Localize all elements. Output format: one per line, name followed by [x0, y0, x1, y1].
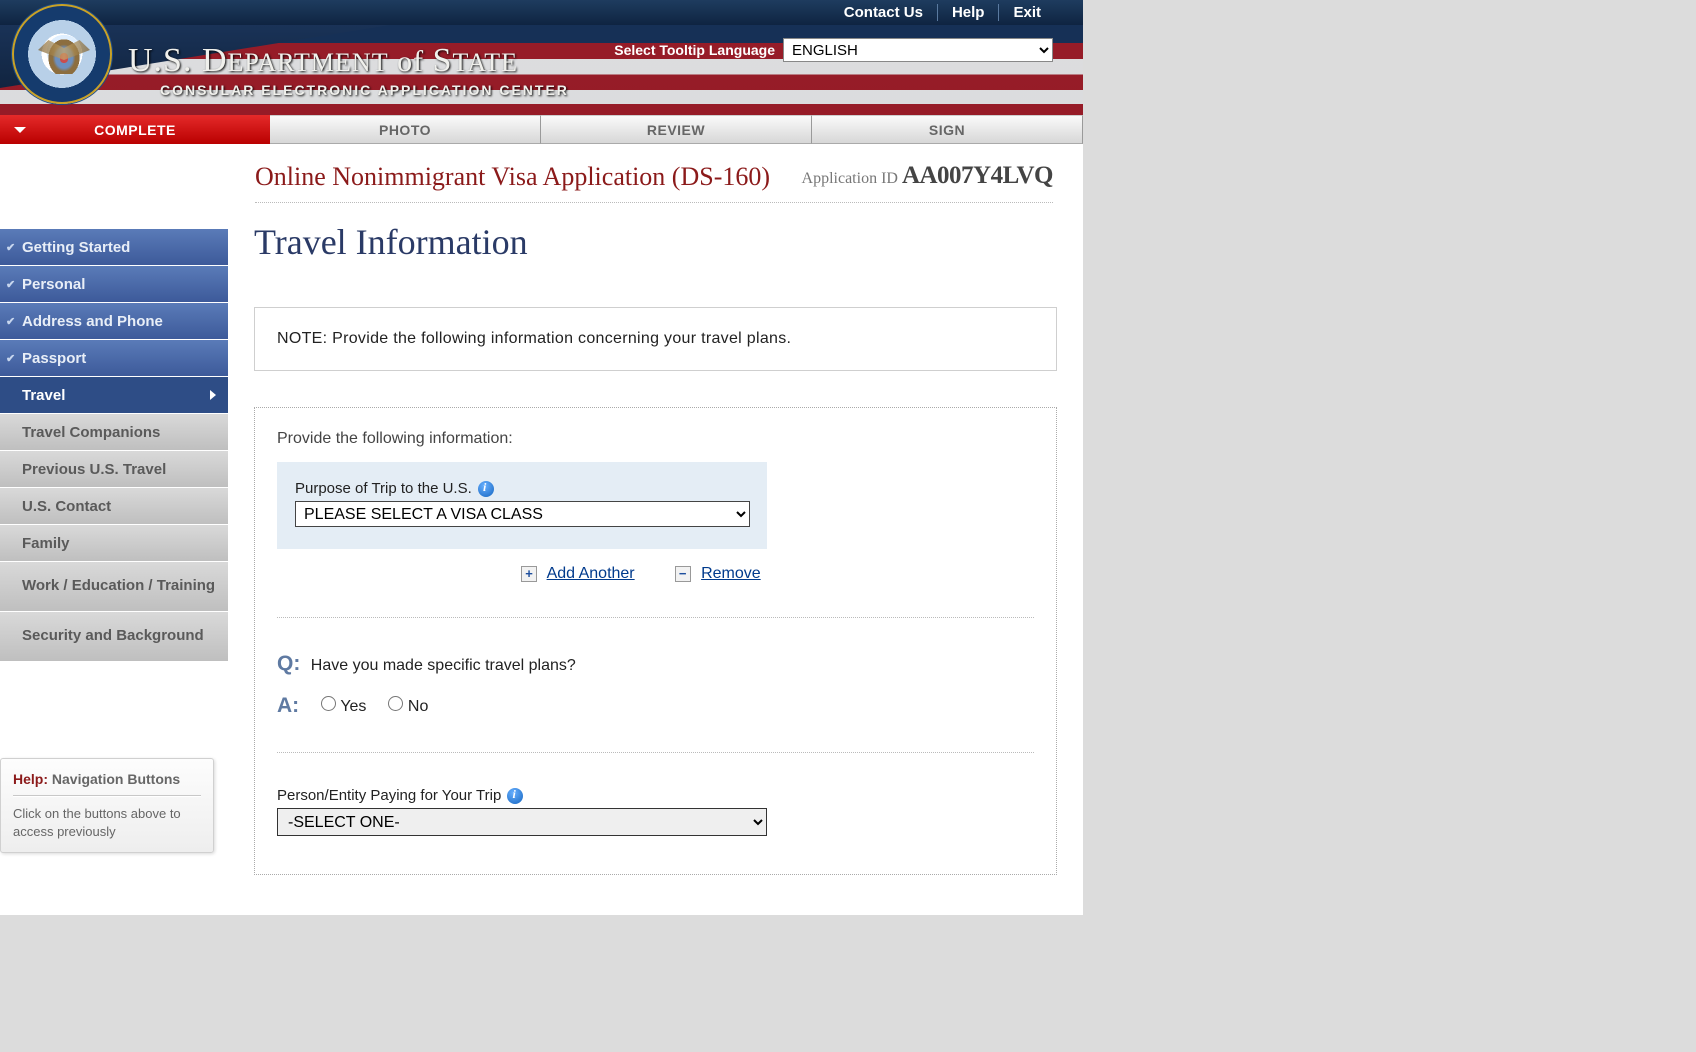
exit-link[interactable]: Exit: [998, 4, 1055, 21]
nav-getting-started[interactable]: Getting Started: [0, 229, 228, 266]
nav-travel-companions[interactable]: Travel Companions: [0, 414, 228, 451]
tab-sign[interactable]: SIGN: [812, 115, 1083, 144]
application-id-value: AA007Y4LVQ: [902, 162, 1053, 189]
radio-no[interactable]: [388, 696, 403, 711]
app-title: Online Nonimmigrant Visa Application (DS…: [255, 162, 770, 192]
contact-us-link[interactable]: Contact Us: [830, 4, 937, 21]
page-title: Travel Information: [254, 221, 1057, 263]
dept-title-text1: U.S. DEPARTMENT of STATE: [128, 45, 518, 78]
language-select[interactable]: ENGLISH: [783, 38, 1053, 62]
help-link[interactable]: Help: [937, 4, 999, 21]
dept-subtitle: CONSULAR ELECTRONIC APPLICATION CENTER: [160, 82, 569, 98]
info-icon[interactable]: [478, 481, 494, 497]
main-content: Travel Information NOTE: Provide the fol…: [228, 203, 1083, 915]
application-id: Application ID AA007Y4LVQ: [802, 162, 1053, 190]
q-text: Have you made specific travel plans?: [311, 657, 576, 674]
radio-no-label[interactable]: No: [388, 696, 428, 716]
nav-security[interactable]: Security and Background: [0, 612, 228, 662]
help-box: Help: Navigation Buttons Click on the bu…: [0, 758, 214, 853]
purpose-select[interactable]: PLEASE SELECT A VISA CLASS: [295, 501, 750, 527]
section-label: Provide the following information:: [277, 430, 1034, 448]
nav-personal[interactable]: Personal: [0, 266, 228, 303]
divider: [277, 752, 1034, 753]
nav-travel[interactable]: Travel: [0, 377, 228, 414]
payer-select[interactable]: -SELECT ONE-: [277, 808, 767, 836]
tab-complete[interactable]: COMPLETE: [0, 115, 270, 144]
nav-previous-travel[interactable]: Previous U.S. Travel: [0, 451, 228, 488]
tab-review[interactable]: REVIEW: [541, 115, 812, 144]
payer-row: Person/Entity Paying for Your Trip -SELE…: [277, 787, 1034, 836]
a-label: A:: [277, 694, 299, 718]
dept-title: U.S. DEPARTMENT of STATE CONSULAR ELECTR…: [128, 42, 569, 98]
note-box: NOTE: Provide the following information …: [254, 307, 1057, 371]
radio-group: Yes No: [321, 696, 428, 716]
language-selector: Select Tooltip Language ENGLISH: [614, 38, 1053, 62]
header: Contact Us Help Exit U.S. DEPARTMENT of …: [0, 0, 1083, 115]
language-label: Select Tooltip Language: [614, 42, 775, 58]
purpose-box: Purpose of Trip to the U.S. PLEASE SELEC…: [277, 462, 767, 549]
app-title-row: Online Nonimmigrant Visa Application (DS…: [0, 144, 1083, 202]
q-label: Q:: [277, 652, 300, 675]
add-another-link[interactable]: Add Another: [547, 565, 635, 582]
state-dept-seal-icon: [12, 4, 112, 104]
nav-work-edu[interactable]: Work / Education / Training: [0, 562, 228, 612]
help-body: Click on the buttons above to access pre…: [13, 805, 201, 840]
plus-icon[interactable]: +: [521, 566, 537, 582]
payer-label: Person/Entity Paying for Your Trip: [277, 787, 1034, 804]
info-icon[interactable]: [507, 788, 523, 804]
nav-us-contact[interactable]: U.S. Contact: [0, 488, 228, 525]
header-top-links: Contact Us Help Exit: [0, 0, 1083, 25]
answer-row: A: Yes No: [277, 694, 1034, 718]
sidebar: Getting Started Personal Address and Pho…: [0, 203, 228, 915]
app-container: Contact Us Help Exit U.S. DEPARTMENT of …: [0, 0, 1083, 915]
radio-yes[interactable]: [321, 696, 336, 711]
form-section: Provide the following information: Purpo…: [254, 407, 1057, 875]
application-id-label: Application ID: [802, 170, 902, 187]
remove-link[interactable]: Remove: [701, 565, 761, 582]
nav-address-phone[interactable]: Address and Phone: [0, 303, 228, 340]
nav-passport[interactable]: Passport: [0, 340, 228, 377]
minus-icon[interactable]: −: [675, 566, 691, 582]
question-row: Q: Have you made specific travel plans?: [277, 652, 1034, 676]
purpose-label: Purpose of Trip to the U.S.: [295, 480, 749, 497]
progress-tabs: COMPLETE PHOTO REVIEW SIGN: [0, 115, 1083, 144]
add-remove-row: + Add Another − Remove: [521, 565, 1034, 583]
eagle-icon: [44, 34, 84, 74]
help-title: Help: Navigation Buttons: [13, 771, 201, 787]
tab-photo[interactable]: PHOTO: [270, 115, 541, 144]
radio-yes-label[interactable]: Yes: [321, 696, 366, 716]
divider: [277, 617, 1034, 618]
body: Getting Started Personal Address and Pho…: [0, 203, 1083, 915]
nav-family[interactable]: Family: [0, 525, 228, 562]
